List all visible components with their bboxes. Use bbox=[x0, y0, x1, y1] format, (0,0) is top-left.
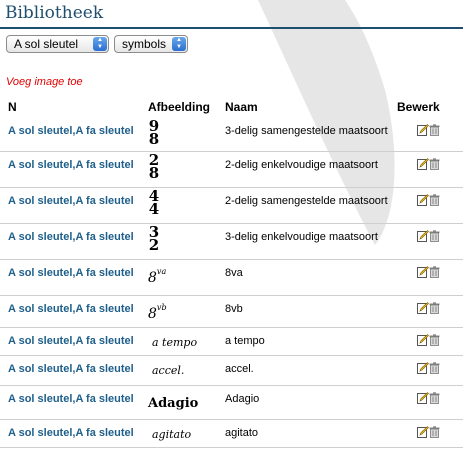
table-row: A sol sleutel,A fa sleutel agitato agitato bbox=[0, 420, 463, 448]
row-image: 32 bbox=[148, 223, 160, 254]
column-afbeelding: Afbeelding bbox=[148, 100, 210, 114]
table-row: A sol sleutel,A fa sleutel 3 2 3-delig enke… bbox=[0, 224, 463, 260]
trash-icon[interactable] bbox=[429, 266, 440, 278]
page-title: Bibliotheek bbox=[5, 3, 104, 23]
table-row: A sol sleutel,A fa sleutel 2 8 2-delig enke… bbox=[0, 152, 463, 188]
row-naam: 8va bbox=[225, 267, 243, 279]
row-image: 8vb bbox=[148, 303, 167, 322]
clef-select[interactable]: A sol sleutel ▲ ▼ bbox=[6, 35, 109, 53]
title-divider bbox=[0, 27, 463, 29]
row-image: 8va bbox=[148, 267, 167, 286]
row-naam: 3-delig samengestelde maatsoort bbox=[225, 125, 388, 137]
row-clef-link[interactable]: A sol sleutel,A fa sleutel bbox=[8, 125, 134, 137]
row-clef-link[interactable]: A sol sleutel,A fa sleutel bbox=[8, 159, 134, 171]
edit-pencil-icon[interactable] bbox=[417, 266, 429, 278]
table-row: A sol sleutel,A fa sleutel a tempo a tempo bbox=[0, 328, 463, 356]
type-select[interactable]: symbols ▲ ▼ bbox=[114, 35, 188, 53]
table-row: A sol sleutel,A fa sleutel 8vb 8vb bbox=[0, 296, 463, 328]
row-clef-link[interactable]: A sol sleutel,A fa sleutel bbox=[8, 303, 134, 315]
row-naam: 2-delig samengestelde maatsoort bbox=[225, 195, 388, 207]
add-image-link[interactable]: Voeg image toe bbox=[6, 76, 83, 88]
select-arrows-icon: ▲ ▼ bbox=[172, 37, 186, 51]
trash-icon[interactable] bbox=[429, 230, 440, 242]
row-naam: 2-delig enkelvoudige maatsoort bbox=[225, 159, 378, 171]
trash-icon[interactable] bbox=[429, 362, 440, 374]
row-image: a tempo bbox=[152, 336, 198, 349]
row-clef-link[interactable]: A sol sleutel,A fa sleutel bbox=[8, 335, 134, 347]
edit-pencil-icon[interactable] bbox=[417, 302, 429, 314]
trash-icon[interactable] bbox=[429, 302, 440, 314]
select-arrows-icon: ▲ ▼ bbox=[93, 37, 107, 51]
row-naam: Adagio bbox=[225, 393, 260, 405]
type-select-value: symbols bbox=[122, 37, 167, 51]
row-clef-link[interactable]: A sol sleutel,A fa sleutel bbox=[8, 267, 134, 279]
row-clef-link[interactable]: A sol sleutel,A fa sleutel bbox=[8, 427, 134, 439]
trash-icon[interactable] bbox=[429, 124, 440, 136]
table-row: A sol sleutel,A fa sleutel accel. accel. bbox=[0, 356, 463, 386]
edit-pencil-icon[interactable] bbox=[417, 426, 429, 438]
row-naam: 3-delig enkelvoudige maatsoort bbox=[225, 231, 378, 243]
row-naam: agitato bbox=[225, 427, 259, 439]
edit-pencil-icon[interactable] bbox=[417, 158, 429, 170]
row-image: 28 bbox=[148, 151, 160, 182]
trash-icon[interactable] bbox=[429, 194, 440, 206]
edit-pencil-icon[interactable] bbox=[417, 194, 429, 206]
row-image: agitato bbox=[152, 428, 192, 441]
row-naam: a tempo bbox=[225, 335, 265, 347]
trash-icon[interactable] bbox=[429, 334, 440, 346]
trash-icon[interactable] bbox=[429, 392, 440, 404]
row-image: 98 bbox=[148, 117, 160, 148]
column-n: N bbox=[8, 100, 17, 114]
edit-pencil-icon[interactable] bbox=[417, 362, 429, 374]
row-image: Adagio bbox=[148, 396, 199, 411]
table-row: A sol sleutel,A fa sleutel 8va 8va bbox=[0, 260, 463, 296]
table-row: A sol sleutel,A fa sleutel 9 8 3-delig same… bbox=[0, 118, 463, 152]
row-image: accel. bbox=[152, 364, 185, 377]
row-clef-link[interactable]: A sol sleutel,A fa sleutel bbox=[8, 393, 134, 405]
trash-icon[interactable] bbox=[429, 158, 440, 170]
table-header: N Afbeelding Naam Bewerk bbox=[0, 100, 463, 116]
edit-pencil-icon[interactable] bbox=[417, 334, 429, 346]
column-naam: Naam bbox=[225, 100, 258, 114]
trash-icon[interactable] bbox=[429, 426, 440, 438]
table-row: A sol sleutel,A fa sleutel 4 4 2-delig same… bbox=[0, 188, 463, 224]
table-row: A sol sleutel,A fa sleutel Adagio Adagio bbox=[0, 386, 463, 420]
edit-pencil-icon[interactable] bbox=[417, 230, 429, 242]
edit-pencil-icon[interactable] bbox=[417, 392, 429, 404]
row-clef-link[interactable]: A sol sleutel,A fa sleutel bbox=[8, 231, 134, 243]
column-bewerk: Bewerk bbox=[397, 100, 440, 114]
edit-pencil-icon[interactable] bbox=[417, 124, 429, 136]
clef-select-value: A sol sleutel bbox=[14, 37, 79, 51]
row-naam: accel. bbox=[225, 363, 254, 375]
row-clef-link[interactable]: A sol sleutel,A fa sleutel bbox=[8, 363, 134, 375]
row-clef-link[interactable]: A sol sleutel,A fa sleutel bbox=[8, 195, 134, 207]
row-naam: 8vb bbox=[225, 303, 243, 315]
row-image: 44 bbox=[148, 187, 160, 218]
